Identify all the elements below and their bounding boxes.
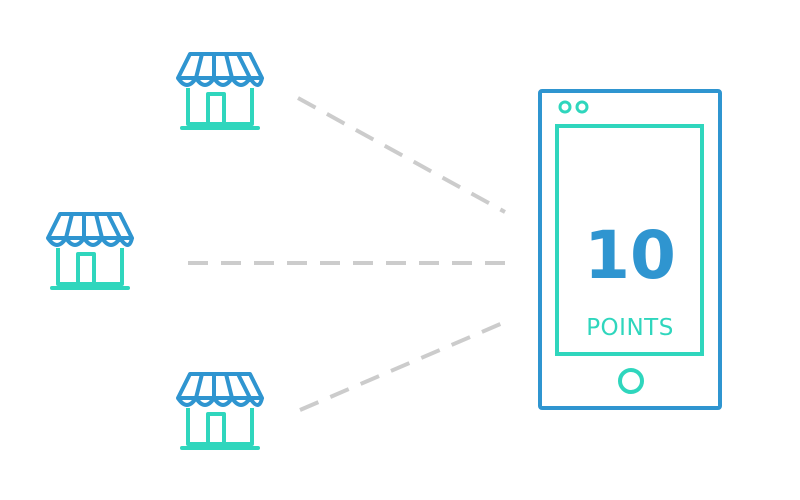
points-diagram: 10 POINTS <box>46 52 722 450</box>
connector-line-bottom <box>299 317 513 412</box>
camera-dot-icon <box>558 100 572 114</box>
home-button <box>618 368 644 394</box>
storefront-icon <box>46 212 134 290</box>
sensor-dot-icon <box>575 100 589 114</box>
storefront-icon <box>176 52 264 130</box>
connector-line-top <box>297 96 506 214</box>
storefront-icon <box>176 372 264 450</box>
smartphone-icon: 10 POINTS <box>538 89 722 410</box>
points-label: POINTS <box>586 315 674 341</box>
points-value: 10 <box>584 217 676 294</box>
